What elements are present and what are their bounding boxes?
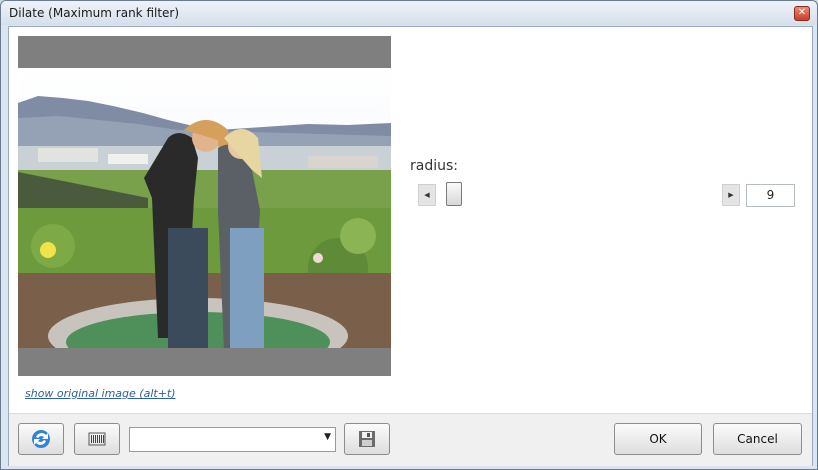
dialog-body: show original image (alt+t) radius: ◀ ▶ …	[8, 26, 813, 466]
radius-value-input[interactable]: 9	[746, 184, 795, 207]
dialog-window: Dilate (Maximum rank filter) ✕ show orig…	[0, 0, 818, 470]
chevron-down-icon: ▼	[324, 432, 331, 442]
barcode-button[interactable]	[74, 423, 120, 455]
preview-image	[18, 68, 391, 348]
close-button[interactable]: ✕	[794, 6, 810, 21]
chevron-right-icon: ▶	[728, 191, 734, 199]
ok-button[interactable]: OK	[614, 423, 702, 455]
refresh-button[interactable]	[18, 423, 64, 455]
bottom-toolbar: ▼ OK Cancel	[9, 413, 812, 466]
save-icon	[359, 431, 375, 447]
close-icon: ✕	[797, 7, 807, 18]
preview-panel	[18, 36, 391, 376]
slider-thumb[interactable]	[446, 182, 462, 206]
show-original-link[interactable]: show original image (alt+t)	[25, 387, 176, 400]
slider-increase-button[interactable]: ▶	[722, 184, 740, 206]
preset-combobox[interactable]: ▼	[129, 427, 336, 452]
chevron-left-icon: ◀	[424, 191, 430, 199]
cancel-button[interactable]: Cancel	[713, 423, 802, 455]
barcode-icon	[88, 432, 106, 446]
radius-slider[interactable]: ◀ ▶	[418, 182, 740, 206]
slider-decrease-button[interactable]: ◀	[418, 184, 436, 206]
title-bar[interactable]: Dilate (Maximum rank filter) ✕	[1, 1, 817, 25]
radius-label: radius:	[410, 158, 458, 174]
window-title: Dilate (Maximum rank filter)	[9, 6, 180, 20]
refresh-icon	[32, 430, 50, 448]
save-button[interactable]	[344, 423, 390, 455]
